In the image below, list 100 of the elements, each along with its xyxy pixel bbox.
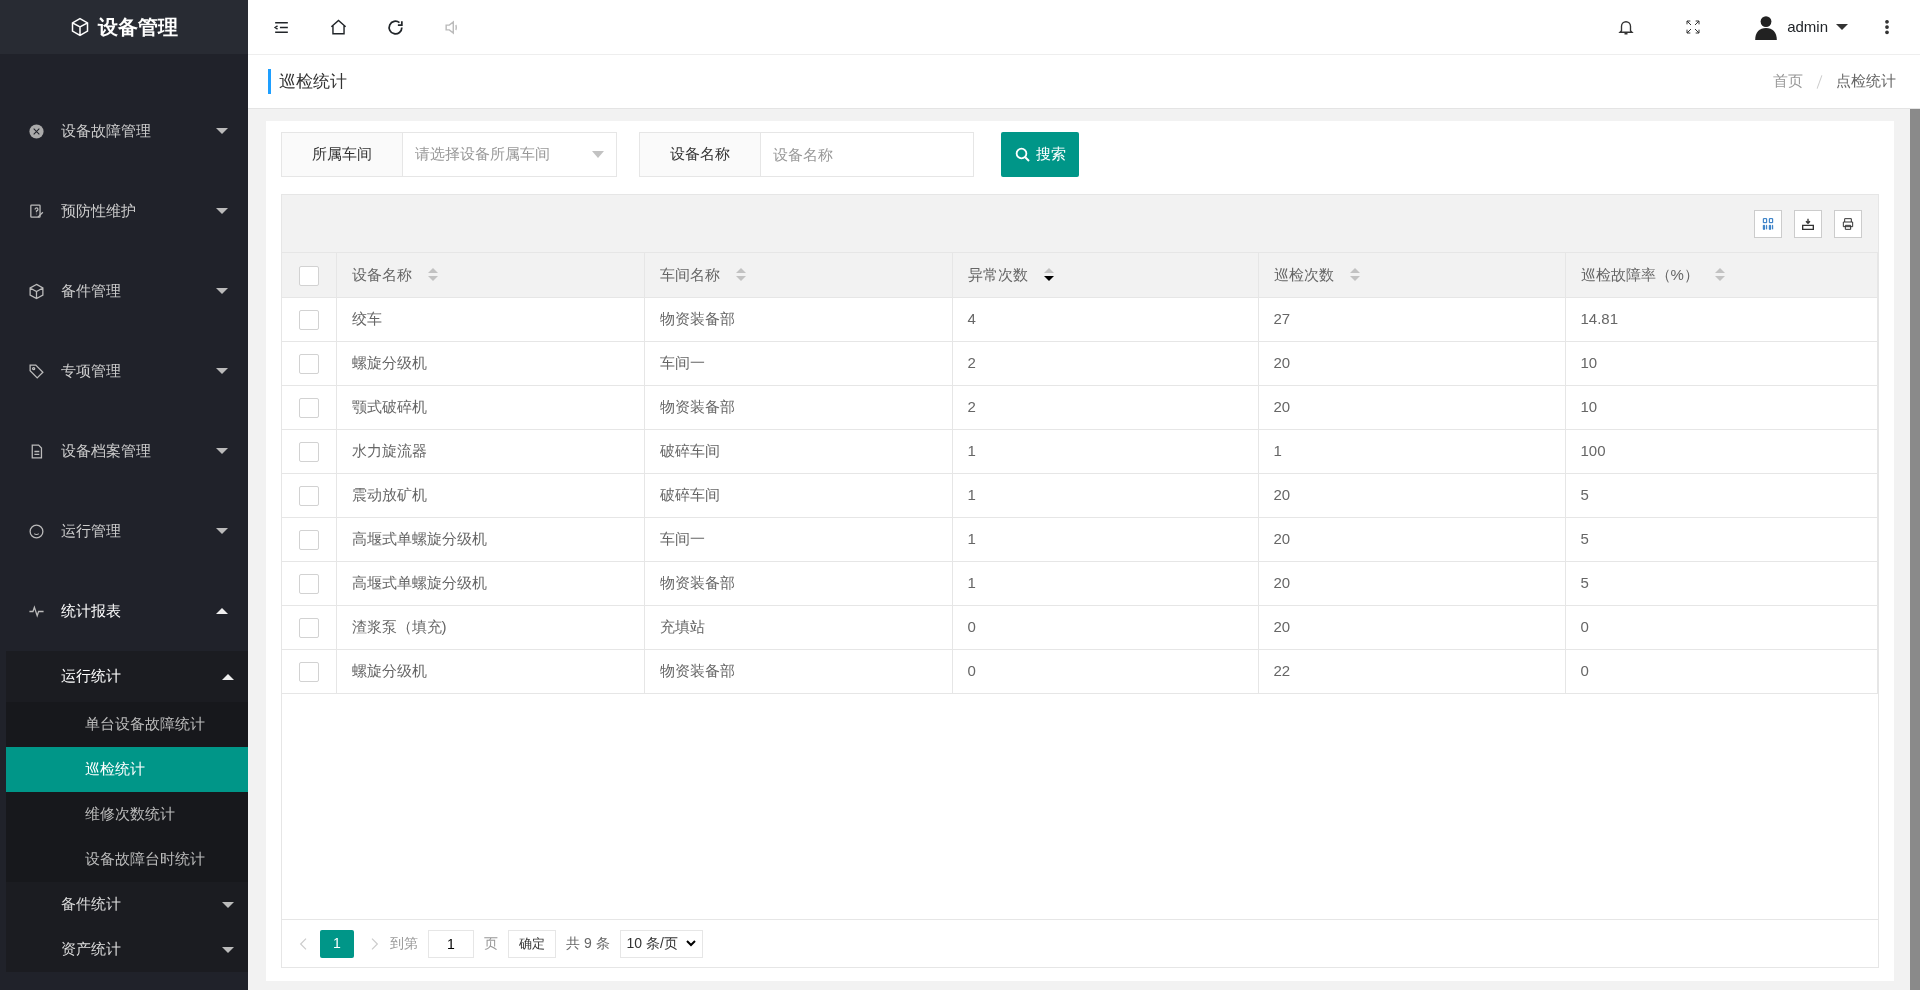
- smiley-icon: [28, 522, 45, 540]
- table-cell: 颚式破碎机: [336, 385, 644, 429]
- table-cell: 绞车: [336, 297, 644, 341]
- table-cell: 100: [1565, 429, 1878, 473]
- sidebar-item[interactable]: 运行统计: [6, 651, 248, 702]
- input-field[interactable]: 设备名称: [761, 132, 974, 177]
- sidebar-item[interactable]: 备件管理: [0, 251, 248, 331]
- table-cell: 20: [1258, 473, 1565, 517]
- table-cell: 渣浆泵（填充): [336, 605, 644, 649]
- table-cell: 高堰式单螺旋分级机: [336, 517, 644, 561]
- table-cell: 2: [952, 385, 1258, 429]
- table-cell: 27: [1258, 297, 1565, 341]
- search-icon: [1014, 145, 1032, 164]
- table-cell: 车间一: [644, 517, 952, 561]
- sidebar-item[interactable]: 设备故障管理: [0, 91, 248, 171]
- column-header[interactable]: 异常次数: [967, 263, 1054, 286]
- checkbox[interactable]: [298, 485, 319, 506]
- table-cell: 水力旋流器: [336, 429, 644, 473]
- table-cell: 车间一: [644, 341, 952, 385]
- table-cell: 物资装备部: [644, 561, 952, 605]
- field-label: 所属车间: [281, 132, 403, 177]
- page-size-select[interactable]: 10 条/页: [619, 929, 703, 958]
- table-cell: 4: [952, 297, 1258, 341]
- column-header[interactable]: 车间名称: [659, 263, 746, 286]
- checkbox[interactable]: [298, 353, 319, 374]
- total-count: 共 9 条: [566, 934, 610, 953]
- checkbox[interactable]: [298, 617, 319, 638]
- table-cell: 5: [1565, 517, 1878, 561]
- caret-icon: [1836, 24, 1848, 30]
- table-cell: 14.81: [1565, 297, 1878, 341]
- table-cell: 0: [952, 605, 1258, 649]
- table-cell: 0: [952, 649, 1258, 693]
- checkbox[interactable]: [298, 265, 319, 286]
- sidebar-item[interactable]: 设备档案管理: [0, 411, 248, 491]
- table-cell: 2: [952, 341, 1258, 385]
- home-icon[interactable]: [329, 17, 348, 37]
- table-cell: 10: [1565, 341, 1878, 385]
- page-title: 巡检统计: [268, 68, 347, 95]
- checkbox[interactable]: [298, 529, 319, 550]
- table-cell: 1: [952, 561, 1258, 605]
- sidebar-item[interactable]: 运行管理: [0, 491, 248, 571]
- table-cell: 10: [1565, 385, 1878, 429]
- sidebar-item[interactable]: 设备故障台时统计: [6, 837, 248, 882]
- checkbox[interactable]: [298, 309, 319, 330]
- scrollbar[interactable]: [1909, 109, 1920, 990]
- table-cell: 物资装备部: [644, 385, 952, 429]
- table-cell: 20: [1258, 561, 1565, 605]
- breadcrumb-current: 点检统计: [1836, 71, 1896, 92]
- app-title: 设备管理: [98, 15, 178, 40]
- edit-document-icon: [28, 202, 45, 220]
- table-cell: 物资装备部: [644, 297, 952, 341]
- column-header[interactable]: 设备名称: [351, 263, 438, 286]
- table-cell: 20: [1258, 385, 1565, 429]
- confirm-button[interactable]: 确定: [508, 929, 556, 958]
- dropdown-caret-icon: [592, 151, 604, 158]
- table-cell: 破碎车间: [644, 473, 952, 517]
- sidebar-item[interactable]: 预防性维护: [0, 171, 248, 251]
- checkbox[interactable]: [298, 573, 319, 594]
- user-avatar-icon: [1753, 14, 1780, 40]
- table-cell: 螺旋分级机: [336, 341, 644, 385]
- sidebar-item[interactable]: 维修次数统计: [6, 792, 248, 837]
- page-input[interactable]: 1: [428, 929, 474, 958]
- page-unit-label: 页: [484, 934, 498, 953]
- sidebar-item[interactable]: 资产统计: [6, 927, 248, 972]
- field-label: 设备名称: [639, 132, 761, 177]
- chevron-down-icon: [685, 940, 696, 947]
- checkbox[interactable]: [298, 661, 319, 682]
- table-cell: 22: [1258, 649, 1565, 693]
- table-cell: 20: [1258, 341, 1565, 385]
- table-cell: 震动放矿机: [336, 473, 644, 517]
- table-cell: 螺旋分级机: [336, 649, 644, 693]
- table-cell: 物资装备部: [644, 649, 952, 693]
- sidebar-item[interactable]: 备件统计: [6, 882, 248, 927]
- search-button[interactable]: 搜索: [1001, 132, 1079, 177]
- sidebar-item[interactable]: 统计报表: [0, 571, 248, 651]
- checkbox[interactable]: [298, 397, 319, 418]
- page-button[interactable]: 1: [320, 929, 354, 958]
- user-menu[interactable]: admin: [1787, 15, 1848, 39]
- fullscreen-icon[interactable]: [1685, 19, 1702, 35]
- sort-icon[interactable]: [1043, 268, 1054, 282]
- column-header[interactable]: 巡检次数: [1273, 263, 1360, 286]
- table-cell: 破碎车间: [644, 429, 952, 473]
- notification-bell-icon[interactable]: [1617, 18, 1636, 36]
- table-cell: 5: [1565, 473, 1878, 517]
- table-cell: 1: [1258, 429, 1565, 473]
- table-cell: 1: [952, 429, 1258, 473]
- cube-icon: [70, 17, 90, 37]
- table-cell: 5: [1565, 561, 1878, 605]
- checkbox[interactable]: [298, 441, 319, 462]
- tag-icon: [28, 362, 45, 380]
- x-circle-icon: [28, 122, 45, 140]
- table-cell: 1: [952, 517, 1258, 561]
- table-cell: 20: [1258, 517, 1565, 561]
- sidebar-item[interactable]: 巡检统计: [6, 747, 248, 792]
- table-cell: 0: [1565, 649, 1878, 693]
- table-cell: 20: [1258, 605, 1565, 649]
- sidebar-item[interactable]: 专项管理: [0, 331, 248, 411]
- refresh-icon[interactable]: [386, 17, 405, 37]
- goto-label: 到第: [390, 934, 418, 953]
- sidebar-item[interactable]: 单台设备故障统计: [6, 702, 248, 747]
